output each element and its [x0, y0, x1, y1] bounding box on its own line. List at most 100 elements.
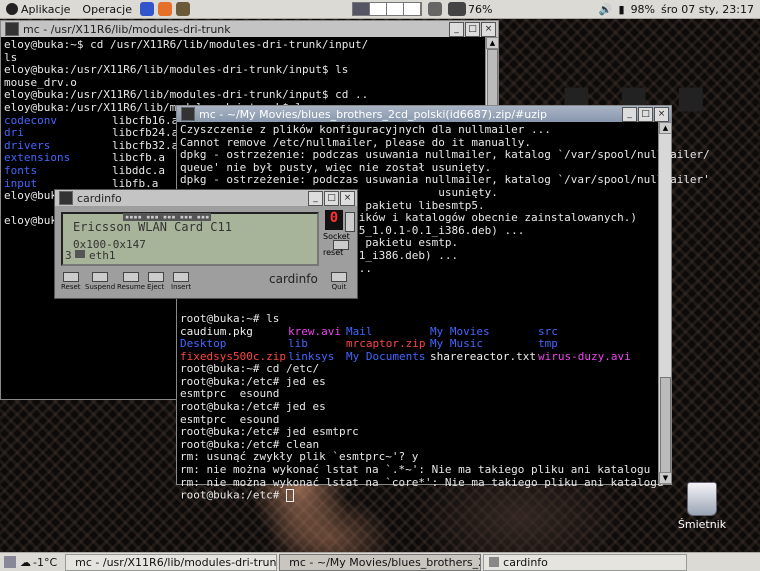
terminal-line: rm: nie można wykonać lstat na `.*~': Ni… [180, 463, 651, 477]
maximize-button[interactable]: □ [324, 191, 339, 206]
workspace-3[interactable] [386, 3, 404, 15]
workspace-switcher[interactable] [351, 2, 422, 16]
battery-right-label: 98% [630, 2, 656, 16]
terminal-cursor [285, 489, 294, 503]
cardinfo-title: cardinfo [77, 191, 122, 205]
ls-entry: My Documents [346, 349, 426, 363]
suspend-button[interactable]: Suspend [85, 272, 115, 291]
quit-button-label: Quit [331, 283, 347, 291]
prompt-line: root@buka:~# ls [180, 311, 280, 325]
terminal-line: eloy@buka:/usr/X11R6/lib/modules-dri-tru… [4, 63, 349, 77]
terminal-line: root@buka:/etc# jed es [180, 400, 326, 414]
terminal-output[interactable]: Czyszczenie z plików konfiguracyjnych dl… [177, 122, 710, 504]
trash-label: Śmietnik [677, 518, 727, 531]
eject-button[interactable]: Eject [147, 272, 164, 291]
resume-button-label: Resume [117, 283, 146, 291]
terminal-line: rm: nie można wykonać lstat na `core*': … [180, 475, 664, 489]
ls-entry: tmp [538, 337, 558, 351]
minimize-button[interactable]: _ [308, 191, 323, 206]
taskbar-item-label: mc - /usr/X11R6/lib/modules-dri-trunk [75, 555, 278, 569]
taskbar-item-root[interactable]: mc - ~/My Movies/blues_brothers_2cd_pols… [279, 553, 482, 571]
ls-entry: dri [4, 126, 24, 140]
trash-icon [687, 482, 717, 516]
actions-menu-label: Operacje [82, 2, 132, 16]
reset-label: reset [323, 248, 344, 257]
ls-output: caudium.pkg krew.avi Mail My Movies src Deskt… [180, 325, 668, 364]
ls-entry: lib [288, 337, 308, 351]
resume-button[interactable]: Resume [117, 272, 145, 291]
close-button[interactable]: × [654, 107, 669, 122]
browser-launcher-icon[interactable] [139, 2, 154, 16]
close-button[interactable]: × [340, 191, 355, 206]
workspace-4[interactable] [403, 3, 421, 15]
prompt-line: root@buka:/etc# [180, 489, 668, 503]
window-menu-icon[interactable] [5, 22, 19, 36]
cardinfo-icon [489, 557, 500, 567]
suspend-button-label: Suspend [85, 283, 116, 291]
reset-button-label: Reset [61, 283, 81, 291]
window-menu-icon[interactable] [59, 191, 73, 205]
terminal-line: Czyszczenie z plików konfiguracyjnych dl… [180, 123, 551, 136]
weather-temp: -1°C [33, 555, 58, 569]
maximize-button[interactable]: □ [638, 107, 653, 122]
workspace-1[interactable] [352, 3, 370, 15]
minimize-button[interactable]: _ [622, 107, 637, 122]
insert-button-label: Insert [171, 283, 192, 291]
applications-menu[interactable]: Aplikacje [0, 3, 76, 16]
applications-menu-label: Aplikacje [21, 2, 71, 16]
ls-entry: mrcaptor.zip [346, 337, 426, 351]
trash-desktop-icon[interactable]: Śmietnik [672, 482, 732, 531]
network-icon [75, 250, 85, 258]
terminal-launcher-icon[interactable] [175, 2, 190, 16]
top-panel: Aplikacje Operacje 76% 🔊 ▮ 98% śro 07 st… [0, 0, 760, 19]
ls-entry: wirus-duzy.avi [538, 349, 631, 363]
ls-entry: Desktop [180, 337, 227, 351]
window-title: mc - /usr/X11R6/lib/modules-dri-trunk [23, 22, 231, 36]
mail-icon[interactable] [427, 2, 442, 16]
taskbar-item-modules[interactable]: mc - /usr/X11R6/lib/modules-dri-trunk [65, 553, 278, 571]
taskbar-item-label: mc - ~/My Movies/blues_brothers_2cd_pols… [289, 555, 480, 569]
cpu-monitor-icon[interactable] [447, 2, 466, 16]
minimize-button[interactable]: _ [449, 22, 464, 37]
window-titlebar[interactable]: mc - /usr/X11R6/lib/modules-dri-trunk _ … [1, 21, 498, 37]
quit-button[interactable]: Quit [331, 272, 347, 291]
window-title: mc - ~/My Movies/blues_brothers_2cd_pols… [199, 107, 548, 121]
show-desktop-icon[interactable] [4, 556, 16, 568]
gnome-foot-icon [6, 3, 18, 15]
taskbar-item-cardinfo[interactable]: cardinfo [483, 553, 688, 571]
bottom-panel: ☁ -1°C mc - /usr/X11R6/lib/modules-dri-t… [0, 552, 760, 571]
scroll-down-arrow[interactable]: ▼ [659, 472, 672, 484]
actions-menu[interactable]: Operacje [76, 3, 138, 16]
workspace-2[interactable] [369, 3, 387, 15]
scroll-thumb[interactable] [660, 377, 671, 479]
scroll-up-arrow[interactable]: ▲ [659, 122, 672, 134]
device-name: Ericsson WLAN Card C11 [73, 220, 232, 234]
volume-icon[interactable]: 🔊 [599, 3, 613, 16]
firefox-launcher-icon[interactable] [157, 2, 172, 16]
ls-entry: fonts [4, 163, 38, 177]
insert-button[interactable]: Insert [171, 272, 191, 291]
slot-number: 3 [65, 249, 72, 262]
terminal-line: eloy@buka:~$ cd /usr/X11R6/lib/modules-d… [4, 38, 369, 51]
taskbar-item-label: cardinfo [503, 555, 548, 569]
cardinfo-window[interactable]: cardinfo _ □ × ▪▪▪▪ ▪▪▪ ▪▪▪ ▪▪▪ ▪▪▪ Eric… [54, 189, 358, 299]
close-button[interactable]: × [481, 22, 496, 37]
cardinfo-titlebar[interactable]: cardinfo _ □ × [55, 190, 357, 206]
cardinfo-brand: cardinfo [269, 272, 318, 286]
socket-number: 0 [325, 210, 343, 230]
battery-left-label: 76% [467, 2, 493, 16]
reset-button[interactable]: Reset [61, 272, 81, 291]
card-lcd-display: ▪▪▪▪ ▪▪▪ ▪▪▪ ▪▪▪ ▪▪▪ Ericsson WLAN Card … [61, 212, 319, 266]
system-tray: 🔊 ▮ 98% śro 07 sty, 23:17 [599, 3, 760, 16]
clock[interactable]: śro 07 sty, 23:17 [661, 3, 754, 16]
window-menu-icon[interactable] [181, 107, 195, 121]
scrollbar[interactable]: ▲ ▼ [658, 122, 672, 484]
weather-icon: ☁ [20, 555, 31, 569]
scroll-up-arrow[interactable]: ▲ [486, 37, 499, 49]
window-titlebar[interactable]: mc - ~/My Movies/blues_brothers_2cd_pols… [177, 106, 671, 122]
interface-name: eth1 [89, 249, 116, 262]
battery-icon: ▮ [618, 2, 625, 16]
socket-spinner[interactable] [345, 212, 355, 232]
maximize-button[interactable]: □ [465, 22, 480, 37]
terminal-line: dpkg - ostrzeżenie: podczas usuwania nul… [180, 148, 710, 162]
